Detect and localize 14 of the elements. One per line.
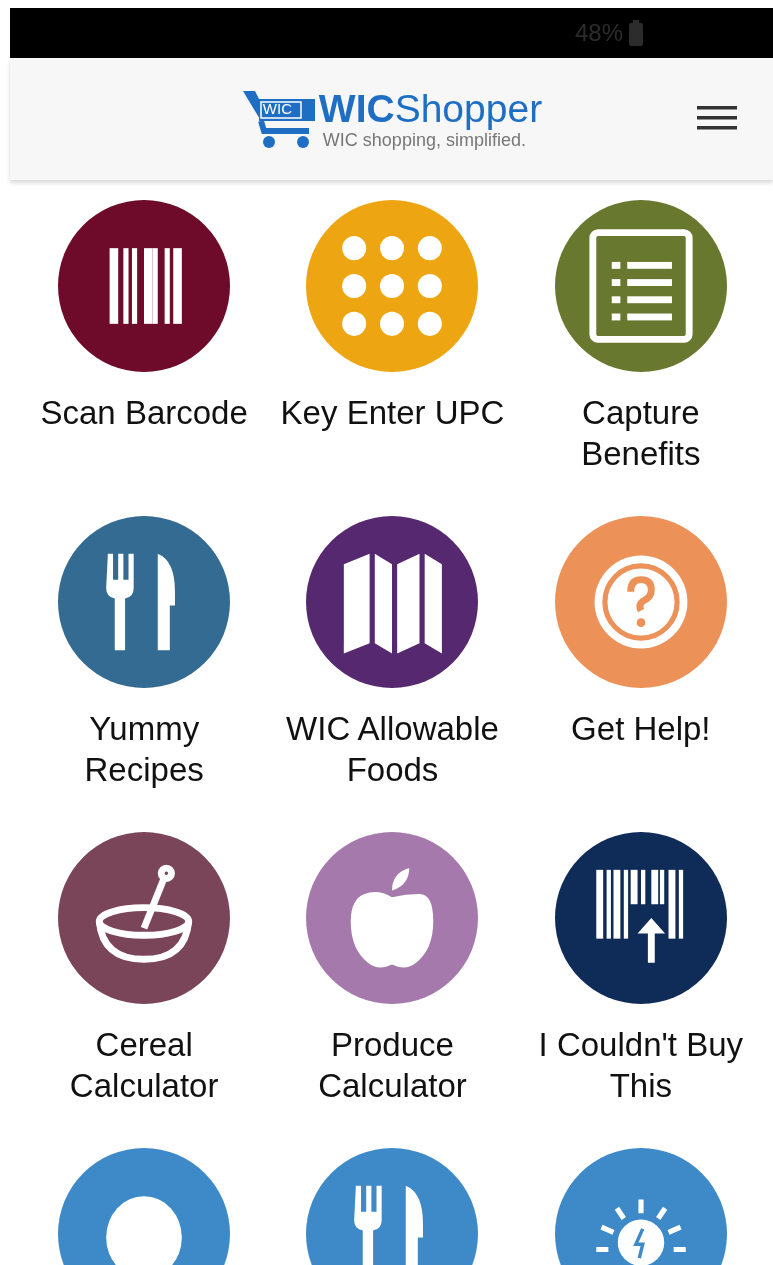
feature-tile[interactable]: Yummy Recipes <box>20 516 269 790</box>
feature-tile[interactable]: Scan Barcode <box>20 200 269 474</box>
feature-tile[interactable]: Cereal Calculator <box>20 832 269 1106</box>
feature-tile[interactable]: Get Help! <box>516 516 765 790</box>
feature-tile[interactable]: Key Enter UPC <box>268 200 517 474</box>
cart-logo: WIC <box>240 85 317 153</box>
battery-icon <box>629 20 643 46</box>
tagline: WIC shopping, simplified. <box>322 129 526 151</box>
feature-tile[interactable]: WIC Allowable Foods <box>268 516 517 790</box>
feature-tile[interactable]: I Couldn't Buy This <box>516 832 765 1106</box>
feature-tile[interactable]: Capture Benefits <box>516 200 765 474</box>
app-name: WICShopper <box>318 87 543 130</box>
feature-tile[interactable]: Produce Calculator <box>268 832 517 1106</box>
menu-icon <box>697 104 737 132</box>
